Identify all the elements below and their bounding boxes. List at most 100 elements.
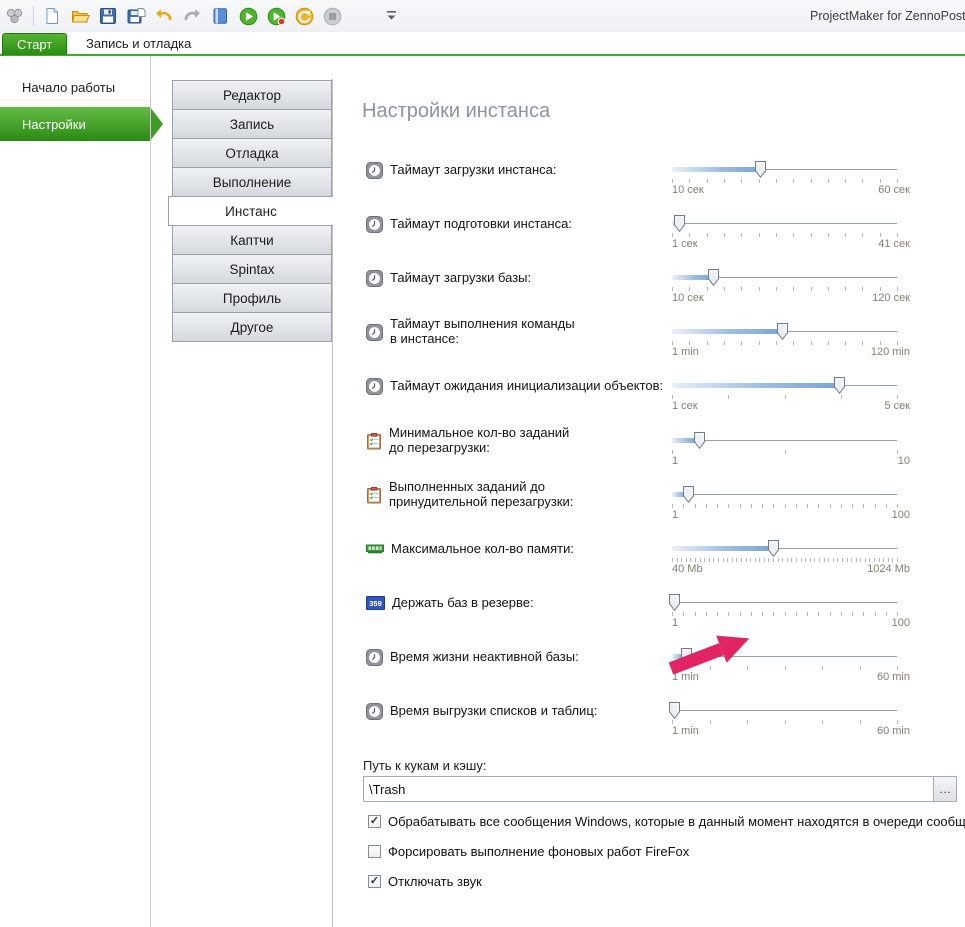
slider-max-label: 60 сек <box>878 184 910 196</box>
tick <box>796 558 797 562</box>
setting-label-group: Таймаут подготовки инстанса: <box>366 207 666 241</box>
tick <box>860 558 862 562</box>
slider-track[interactable] <box>672 494 897 495</box>
slider-thumb[interactable] <box>674 215 685 233</box>
checkbox[interactable]: ✓ <box>368 874 381 888</box>
tick <box>699 558 701 562</box>
tick <box>807 612 808 616</box>
slider-thumb[interactable] <box>755 161 766 179</box>
slider-thumb[interactable] <box>777 323 788 341</box>
slider-fill <box>672 383 839 388</box>
slider-max-label: 120 сек <box>872 292 910 304</box>
nav-tab-5[interactable]: Инстанс <box>168 196 333 226</box>
sidebar-item-settings[interactable]: Настройки <box>0 107 150 141</box>
open-project-icon[interactable] <box>70 6 90 26</box>
tick <box>717 504 718 508</box>
checkbox-row: ✓ Обрабатывать все сообщения Windows, кот… <box>368 813 965 829</box>
tick <box>727 558 729 562</box>
slider-thumb[interactable] <box>669 702 680 720</box>
nav-tab-8[interactable]: Профиль <box>172 283 332 313</box>
nav-tab-6[interactable]: Каптчи <box>172 225 332 255</box>
slider-ticks <box>672 504 898 509</box>
play-icon[interactable] <box>238 6 258 26</box>
slider-track[interactable] <box>672 602 897 603</box>
tick <box>672 179 673 183</box>
new-project-icon[interactable] <box>42 6 62 26</box>
tick <box>810 341 812 345</box>
slider-track[interactable] <box>672 440 897 441</box>
tick <box>852 612 853 616</box>
tick <box>784 720 786 724</box>
browse-button[interactable]: … <box>933 777 956 801</box>
tick <box>863 612 865 616</box>
nav-tab-9[interactable]: Другое <box>172 312 332 342</box>
tab-record-debug[interactable]: Запись и отладка <box>72 33 205 54</box>
slider-min-label: 1 сек <box>672 238 698 250</box>
setting-label: Максимальное кол-во памяти: <box>391 540 574 556</box>
checkbox-row: ✓ Отключать звук <box>368 873 482 889</box>
slider-min-label: 10 сек <box>672 292 704 304</box>
tick <box>841 558 843 562</box>
redo-icon[interactable] <box>182 6 202 26</box>
tick <box>897 612 898 616</box>
annotation-arrow-icon <box>668 635 750 675</box>
nav-tab-3[interactable]: Отладка <box>172 138 332 168</box>
slider-thumb[interactable] <box>683 486 694 504</box>
tick <box>828 558 830 562</box>
slider-thumb[interactable] <box>834 377 845 395</box>
nav-tab-2[interactable]: Запись <box>172 109 332 139</box>
tick <box>845 179 847 183</box>
checkbox[interactable]: ✓ <box>368 814 381 828</box>
setting-row: Таймаут ожидания инициализации объектов:… <box>360 369 920 423</box>
save-as-icon[interactable] <box>126 6 146 26</box>
stop-icon[interactable] <box>322 6 342 26</box>
tick <box>747 720 748 724</box>
setting-row: Таймаут загрузки базы: 10 сек 120 сек <box>360 261 920 315</box>
nav-tab-4[interactable]: Выполнение <box>172 167 332 197</box>
tick <box>784 612 786 616</box>
slider-thumb[interactable] <box>708 269 719 287</box>
sidebar-item-getting-started[interactable]: Начало работы <box>0 74 150 101</box>
slider-thumb[interactable] <box>768 540 779 558</box>
setting-row: Максимальное кол-во памяти: 40 Mb 1024 Mb <box>360 532 920 586</box>
tick <box>818 612 820 616</box>
tick <box>809 558 811 562</box>
slider-track[interactable] <box>672 710 897 711</box>
nav-tab-7[interactable]: Spintax <box>172 254 332 284</box>
setting-label: Таймаут загрузки базы: <box>390 269 532 285</box>
nav-tab-1[interactable]: Редактор <box>172 80 332 110</box>
tick <box>762 504 763 508</box>
save-icon[interactable] <box>98 6 118 26</box>
slider-track[interactable] <box>672 223 897 224</box>
tick <box>706 287 708 291</box>
tick <box>814 558 816 562</box>
tick <box>706 233 708 237</box>
tick <box>810 287 812 291</box>
slider-min-label: 1 min <box>672 346 699 358</box>
tick <box>758 179 760 183</box>
instance-icon[interactable] <box>210 6 230 26</box>
tick <box>672 450 673 454</box>
slider-thumb[interactable] <box>669 594 680 612</box>
tick <box>672 558 673 562</box>
tick <box>862 179 864 183</box>
cookies-path-input[interactable] <box>364 781 933 797</box>
slider-thumb[interactable] <box>694 432 705 450</box>
tab-start[interactable]: Старт <box>2 33 68 55</box>
slider: 40 Mb 1024 Mb <box>672 532 910 580</box>
debug-play-icon[interactable] <box>266 6 286 26</box>
tick <box>758 341 760 345</box>
tick <box>672 504 673 508</box>
setting-label: Время жизни неактивной базы: <box>390 648 579 664</box>
toolbar-overflow-icon[interactable] <box>382 6 402 26</box>
tick <box>897 666 898 670</box>
undo-icon[interactable] <box>154 6 174 26</box>
checkbox[interactable] <box>368 844 381 858</box>
tick <box>758 287 760 291</box>
clock-icon <box>366 215 383 233</box>
slider-min-label: 1 <box>672 617 679 629</box>
setting-label-group: Таймаут выполнения команды в инстансе: <box>366 315 666 349</box>
tick <box>829 504 831 508</box>
restart-icon[interactable] <box>294 6 314 26</box>
setting-label: Таймаут подготовки инстанса: <box>390 215 572 231</box>
